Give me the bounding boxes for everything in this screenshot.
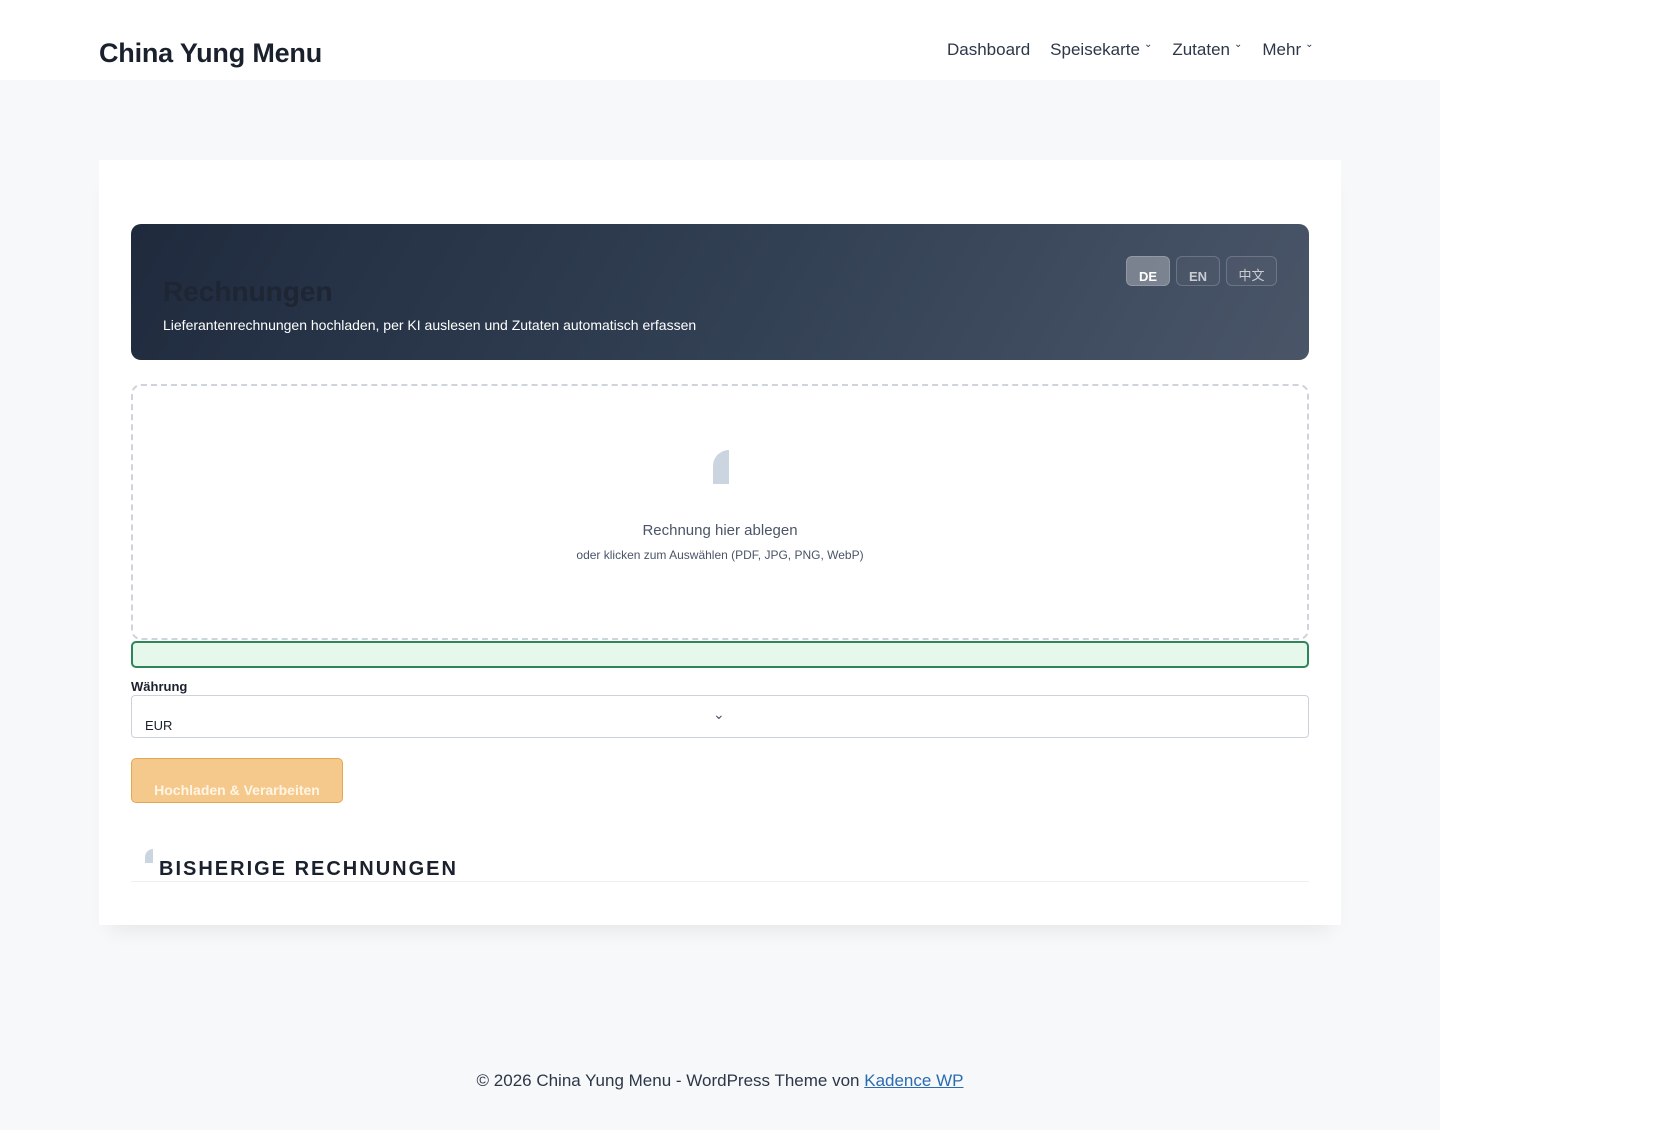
chevron-down-icon: ⌄ (713, 706, 725, 722)
upload-dropzone[interactable]: Rechnung hier ablegen oder klicken zum A… (131, 384, 1309, 640)
upload-process-button[interactable]: Hochladen & Verarbeiten (131, 758, 343, 803)
language-switcher: DE EN 中文 (1126, 256, 1277, 286)
lang-de-button[interactable]: DE (1126, 256, 1170, 286)
lang-en-button[interactable]: EN (1176, 256, 1220, 286)
currency-select-value: EUR (145, 718, 173, 733)
history-divider (131, 881, 1309, 882)
nav-mehr-label: Mehr (1262, 40, 1302, 59)
chevron-down-icon: ⌄ (1143, 39, 1153, 50)
nav-zutaten-label: Zutaten (1172, 40, 1230, 59)
nav-speisekarte[interactable]: Speisekarte ⌄ (1050, 39, 1153, 60)
currency-select[interactable]: EUR ⌄ (131, 695, 1309, 738)
footer-text: © 2026 China Yung Menu - WordPress Theme… (476, 1071, 865, 1090)
invoice-list-icon (145, 849, 153, 863)
chevron-down-icon: ⌄ (1305, 39, 1314, 50)
nav-zutaten[interactable]: Zutaten ⌄ (1172, 39, 1243, 60)
upload-icon (713, 450, 729, 484)
page-title: Rechnungen (163, 276, 333, 307)
dropzone-title: Rechnung hier ablegen (642, 522, 798, 539)
site-brand[interactable]: China Yung Menu (99, 38, 322, 69)
content-card: Rechnungen Lieferantenrechnungen hochlad… (99, 160, 1341, 925)
nav-mehr[interactable]: Mehr ⌄ (1262, 39, 1314, 60)
main-nav: Dashboard Speisekarte ⌄ Zutaten ⌄ Mehr ⌄ (947, 39, 1314, 60)
site-footer: © 2026 China Yung Menu - WordPress Theme… (0, 1071, 1440, 1091)
page-subtitle: Lieferantenrechnungen hochladen, per KI … (163, 317, 697, 333)
chevron-down-icon: ⌄ (1234, 39, 1243, 50)
hero-banner: Rechnungen Lieferantenrechnungen hochlad… (131, 224, 1309, 360)
dropzone-hint: oder klicken zum Auswählen (PDF, JPG, PN… (576, 548, 864, 562)
history-heading: BISHERIGE RECHNUNGEN (159, 858, 458, 880)
nav-speisekarte-label: Speisekarte (1050, 40, 1140, 59)
upload-status-bar (131, 641, 1309, 668)
nav-dashboard[interactable]: Dashboard (947, 40, 1030, 60)
lang-zh-button[interactable]: 中文 (1226, 256, 1277, 286)
nav-dashboard-label: Dashboard (947, 40, 1031, 59)
footer-theme-link[interactable]: Kadence WP (864, 1071, 963, 1090)
site-header: China Yung Menu Dashboard Speisekarte ⌄ … (0, 0, 1440, 80)
currency-label: Währung (131, 679, 188, 694)
